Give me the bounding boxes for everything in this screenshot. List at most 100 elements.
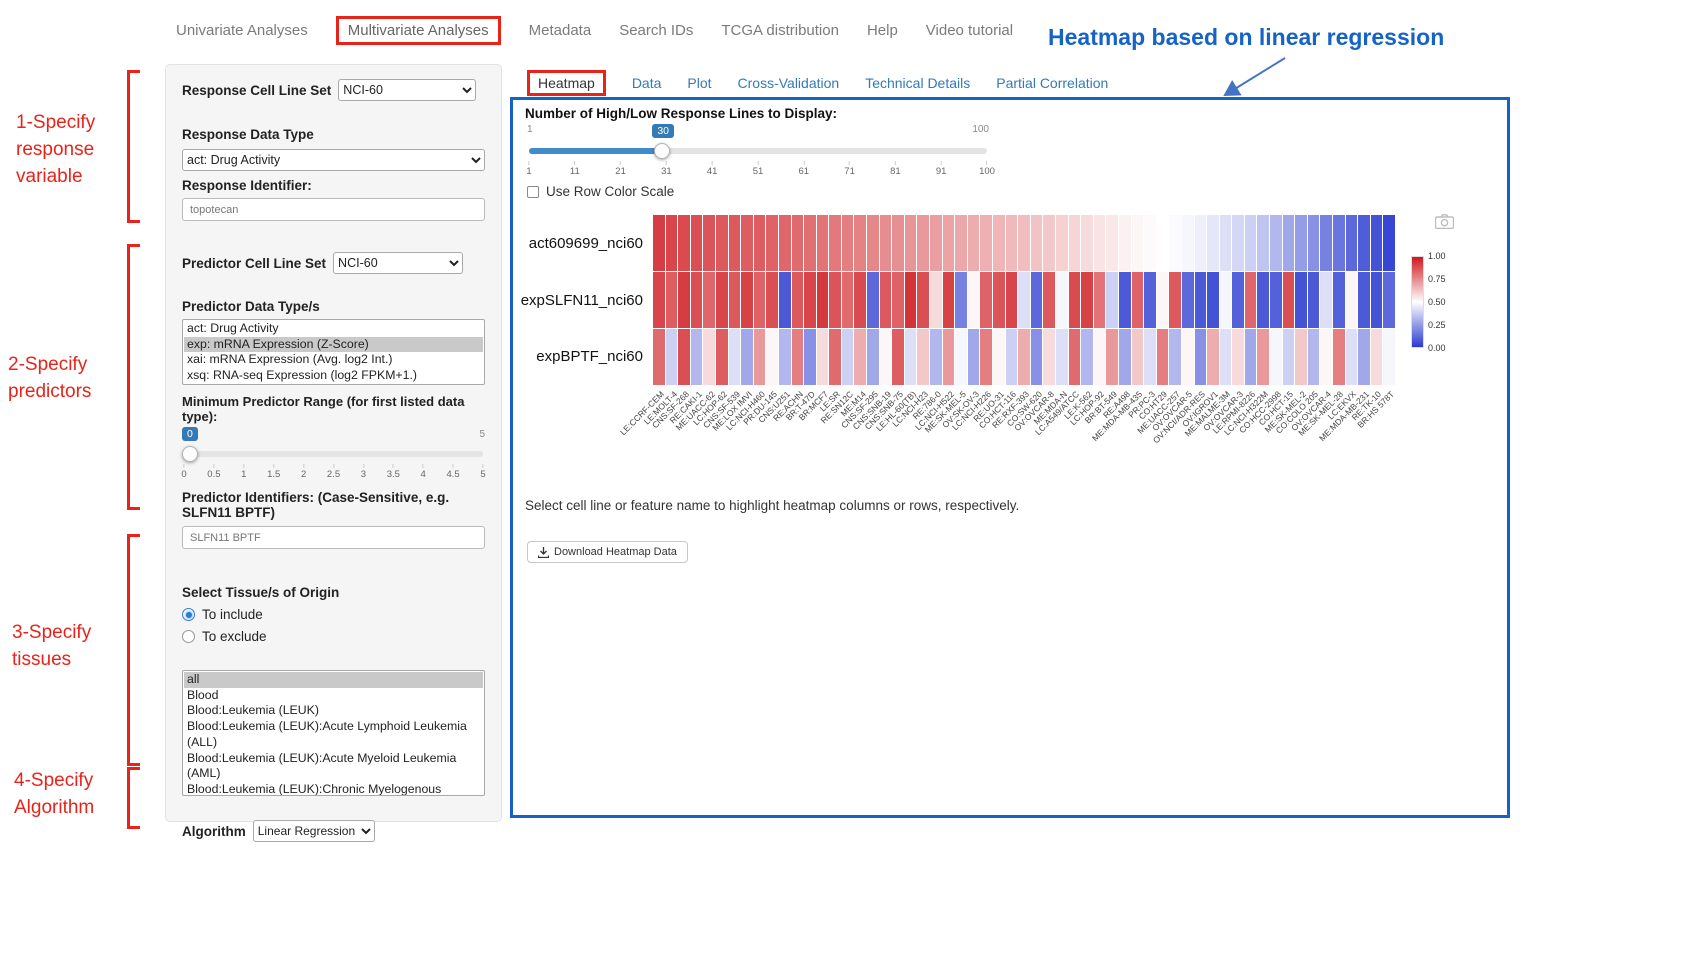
lines-slider-track[interactable] [529,148,987,154]
slider-handle[interactable] [182,446,198,462]
listbox-option[interactable]: Blood [184,688,483,704]
heatmap-cell [1169,215,1181,271]
listbox-option[interactable]: Blood:Leukemia (LEUK):Chronic Myelogenou… [184,782,483,796]
heatmap-cell [1308,329,1320,385]
predictor-cell-line-set-select[interactable]: NCI-60 [333,252,463,274]
slider-tick-label: 1 [526,161,531,177]
heatmap-cell [980,272,992,328]
download-heatmap-data-button[interactable]: Download Heatmap Data [527,541,688,563]
heatmap-cell [1283,272,1295,328]
nav-item-univariate-analyses[interactable]: Univariate Analyses [176,22,308,39]
heatmap-row-label[interactable]: act609699_nci60 [521,215,651,272]
camera-icon[interactable] [1435,214,1454,229]
nav-item-search-ids[interactable]: Search IDs [619,22,693,39]
radio-unselected-icon[interactable] [182,630,195,643]
heatmap-cell [880,272,892,328]
nav-item-help[interactable]: Help [867,22,898,39]
response-cell-line-set-label: Response Cell Line Set [182,83,331,98]
lines-slider[interactable]: 1 100 30 1112131415161718191100 [527,124,989,182]
tissue-listbox[interactable]: allBloodBlood:Leukemia (LEUK)Blood:Leuke… [182,670,485,796]
min-predictor-range-slider[interactable]: 0 5 00.511.522.533.544.55 [182,427,485,481]
heatmap-cell [754,215,766,271]
nav-item-video-tutorial[interactable]: Video tutorial [926,22,1013,39]
tissue-exclude-radio[interactable]: To exclude [182,629,485,644]
download-button-label: Download Heatmap Data [554,546,677,558]
listbox-option[interactable]: exp: mRNA Expression (Z-Score) [184,337,483,353]
heatmap-cell [1069,272,1081,328]
heatmap-cell [653,215,665,271]
step3-bracket [127,534,140,766]
heatmap-cell [943,272,955,328]
colorbar-tick-label: 0.75 [1428,274,1446,284]
heatmap-cell [678,215,690,271]
heatmap-cell [1157,329,1169,385]
radio-selected-icon[interactable] [182,608,195,621]
nav-item-metadata[interactable]: Metadata [529,22,592,39]
heatmap-cell [1308,272,1320,328]
checkbox-unchecked-icon[interactable] [527,186,539,198]
tab-partial-correlation[interactable]: Partial Correlation [996,75,1108,91]
heatmap-cell [1106,215,1118,271]
listbox-option[interactable]: Blood:Leukemia (LEUK):Acute Lymphoid Leu… [184,719,483,750]
heatmap-cell [1371,272,1383,328]
tab-technical-details[interactable]: Technical Details [865,75,970,91]
lines-slider-handle[interactable] [654,143,670,159]
heatmap-cell [917,215,929,271]
tab-plot[interactable]: Plot [687,75,711,91]
heatmap-row-label[interactable]: expBPTF_nci60 [521,328,651,385]
nav-item-multivariate-analyses[interactable]: Multivariate Analyses [336,16,501,45]
tissue-include-radio[interactable]: To include [182,607,485,622]
heatmap-cell [817,272,829,328]
heatmap-cell [653,329,665,385]
tab-heatmap[interactable]: Heatmap [527,70,606,96]
heatmap-cell [779,215,791,271]
predictor-data-types-listbox[interactable]: act: Drug Activityexp: mRNA Expression (… [182,319,485,385]
heatmap-cell [1182,215,1194,271]
heatmap-cell [1257,215,1269,271]
response-cell-line-set-select[interactable]: NCI-60 [338,79,476,101]
heatmap-cell [1006,215,1018,271]
heatmap-cell [842,329,854,385]
listbox-option[interactable]: xsq: RNA-seq Expression (log2 FPKM+1.) [184,368,483,384]
heatmap-cell [829,215,841,271]
listbox-option[interactable]: Blood:Leukemia (LEUK):Acute Myeloid Leuk… [184,751,483,782]
heatmap-cell [1320,215,1332,271]
heatmap-cell [1207,215,1219,271]
listbox-option[interactable]: act: Drug Activity [184,321,483,337]
step2-label: 2-Specify predictors [8,352,120,406]
heatmap-cell [1295,329,1307,385]
heatmap-cell [1081,272,1093,328]
heatmap-cell [1346,215,1358,271]
response-data-type-select[interactable]: act: Drug Activity [182,149,485,171]
heatmap-cell [792,272,804,328]
heatmap-cell [1220,272,1232,328]
heatmap-cell [1270,215,1282,271]
slider-tick-label: 5 [480,464,485,480]
heatmap-cell [1018,272,1030,328]
heatmap-cell [1031,215,1043,271]
lines-slider-fill [529,148,663,154]
heatmap-cell [1207,272,1219,328]
predictor-identifiers-input[interactable] [182,526,485,549]
listbox-option[interactable]: xai: mRNA Expression (Avg. log2 Int.) [184,352,483,368]
heatmap-cell [930,329,942,385]
slider-value-badge: 0 [182,427,198,441]
heatmap-cell [817,329,829,385]
algorithm-select[interactable]: Linear Regression [253,820,375,842]
slider-track[interactable] [184,451,483,457]
colorbar-tick-label: 1.00 [1428,251,1446,261]
listbox-option[interactable]: Blood:Leukemia (LEUK) [184,703,483,719]
tab-cross-validation[interactable]: Cross-Validation [738,75,840,91]
listbox-option[interactable]: all [184,672,483,688]
slider-tick-label: 1 [241,464,246,480]
sidebar-form: Response Cell Line Set NCI-60 Response D… [165,64,502,822]
response-identifier-input[interactable] [182,198,485,221]
heatmap-row-label[interactable]: expSLFN11_nci60 [521,272,651,329]
heatmap-cell [1371,329,1383,385]
row-color-scale-checkbox-row[interactable]: Use Row Color Scale [527,184,674,199]
heatmap-cell [1283,329,1295,385]
heatmap-cell [1220,215,1232,271]
nav-item-tcga-distribution[interactable]: TCGA distribution [721,22,839,39]
tab-data[interactable]: Data [632,75,662,91]
heatmap-cell [1220,329,1232,385]
